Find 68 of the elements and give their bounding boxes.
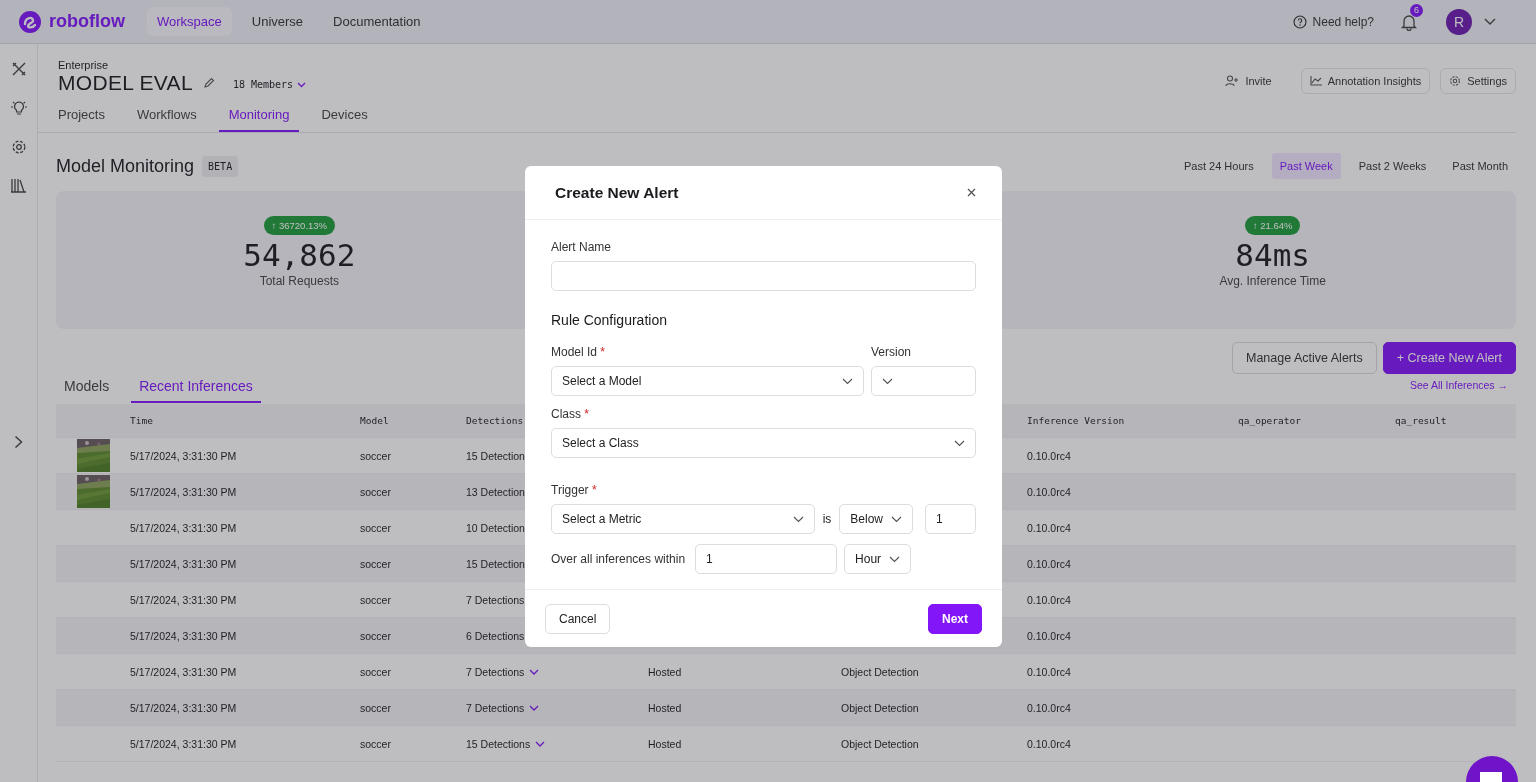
table-cell-text: soccer [360,485,392,498]
field-label: Version [871,345,912,359]
column-header: Inference Version [1027,415,1126,426]
operator-text: is [822,512,832,526]
table-cell: 15 Detections [466,737,531,750]
plan-label: Enterprise [58,59,110,71]
table-cell-text: 5/17/2024, 3:31:30 PM [130,701,238,714]
table-cell: Hosted [648,665,682,678]
field-label: Class * [551,407,590,421]
column-header: Model [360,415,390,426]
table-cell: 15 Detection [466,449,525,462]
section-title: Model Monitoring [56,155,195,177]
workspace-title: MODEL EVAL [58,71,193,95]
change-badge: ↑ 21.64% [1244,216,1301,235]
column-header: Detections [466,415,525,426]
table-cell-text: soccer [360,665,392,678]
table-cell-text: soccer [360,629,392,642]
table-cell: 15 Detection [466,557,525,570]
table-cell: Object Detection [841,665,919,678]
section-heading: Rule Configuration [551,312,668,328]
table-cell-text: 5/17/2024, 3:31:30 PM [130,521,238,534]
stat-value: 54,862 [243,237,356,273]
table-cell-text: 5/17/2024, 3:31:30 PM [130,485,238,498]
table-cell: 10 Detection [466,521,525,534]
table-cell-text: 5/17/2024, 3:31:30 PM [130,665,238,678]
table-cell-text: 0.10.0rc4 [1027,521,1072,534]
table-cell-text: 5/17/2024, 3:31:30 PM [130,557,238,570]
table-cell: 7 Detections [466,593,525,606]
table-cell: Hosted [648,737,682,750]
table-cell-text: soccer [360,737,392,750]
table-cell-text: soccer [360,521,392,534]
field-label: Alert Name [551,240,612,254]
beta-badge: BETA [202,155,239,177]
table-cell-text: 0.10.0rc4 [1027,485,1072,498]
table-cell-text: 0.10.0rc4 [1027,701,1072,714]
field-label: Trigger * [551,483,597,497]
table-cell: 13 Detection [466,485,525,498]
table-cell-text: 0.10.0rc4 [1027,665,1072,678]
notification-badge: 6 [1410,3,1423,17]
column-header: Time [130,415,154,426]
table-cell-text: 0.10.0rc4 [1027,593,1072,606]
field-label: Over all inferences within [551,552,686,566]
table-cell-text: 0.10.0rc4 [1027,737,1072,750]
table-cell: Object Detection [841,737,919,750]
field-label: Model Id * [551,345,606,359]
table-cell-text: 0.10.0rc4 [1027,557,1072,570]
stat-label: Total Requests [259,274,339,288]
table-cell-text: 0.10.0rc4 [1027,449,1072,462]
column-header: qa_result [1395,415,1448,426]
table-cell-text: 5/17/2024, 3:31:30 PM [130,737,238,750]
stat-label: Avg. Inference Time [1219,274,1326,288]
stat-value: 84ms [1235,237,1310,273]
dialog-title: Create New Alert [555,183,679,202]
table-cell-text: soccer [360,701,392,714]
table-cell-text: 0.10.0rc4 [1027,629,1072,642]
table-cell-text: soccer [360,449,392,462]
change-badge: ↑ 36720.13% [263,216,336,235]
column-header: qa_operator [1238,415,1302,426]
table-cell: Object Detection [841,701,919,714]
table-cell-text: 5/17/2024, 3:31:30 PM [130,593,238,606]
table-cell: Hosted [648,701,682,714]
table-cell-text: soccer [360,593,392,606]
table-cell: 7 Detections [466,665,525,678]
table-cell-text: soccer [360,557,392,570]
table-cell: 7 Detections [466,701,525,714]
table-cell-text: 5/17/2024, 3:31:30 PM [130,449,238,462]
table-cell-text: 5/17/2024, 3:31:30 PM [130,629,238,642]
table-cell: 6 Detections [466,629,525,642]
